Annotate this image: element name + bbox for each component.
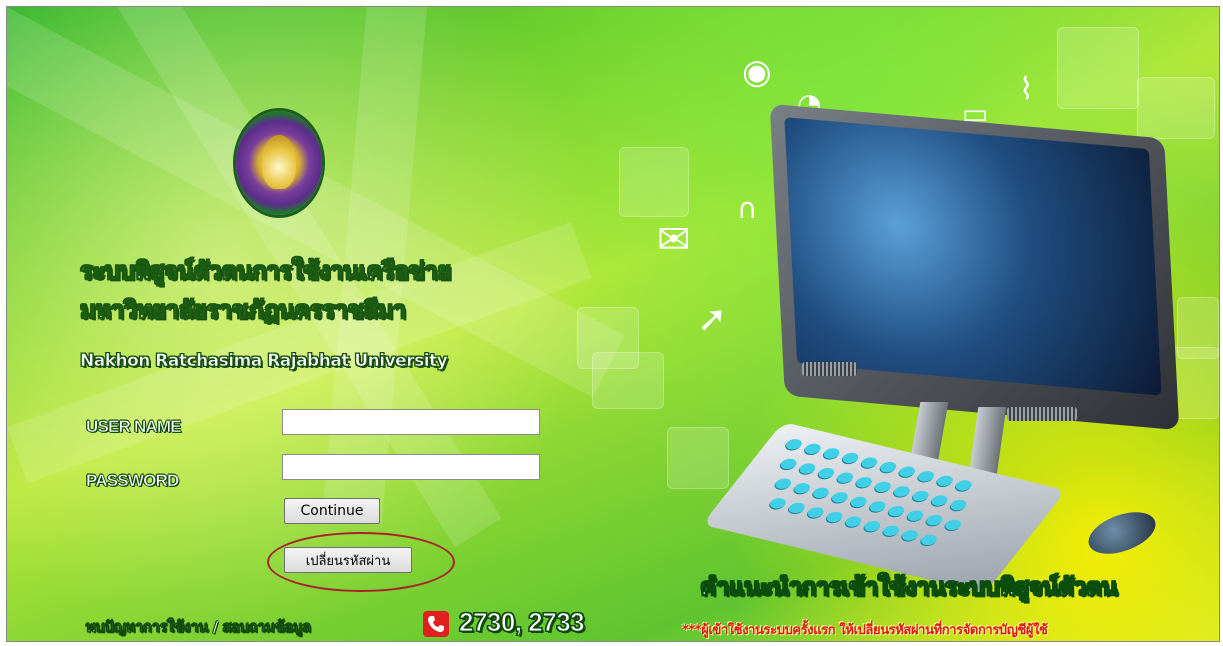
mail-tile — [592, 352, 664, 409]
computer-monitor — [769, 103, 1180, 431]
background-tile — [1057, 27, 1139, 109]
speaker-icon: ◉ — [742, 52, 772, 92]
system-title-th: ระบบพิสูจน์ตัวตนการใช้งานเครือข่าย — [80, 257, 452, 286]
phone-icon — [423, 611, 449, 637]
cursor-icon: ➚ — [697, 299, 728, 340]
change-password-button[interactable]: เปลี่ยนรหัสผ่าน — [284, 547, 412, 573]
first-login-note: ***ผู้เข้าใช้งานระบบครั้งแรก ให้เปลี่ยนร… — [682, 623, 1048, 638]
username-input[interactable] — [282, 409, 540, 435]
contact-label: พบปัญหาการใช้งาน / สอบถามข้อมูล — [86, 618, 312, 637]
university-name-en: Nakhon Ratchasima Rajabhat University — [80, 351, 448, 372]
background-tile — [1137, 77, 1215, 139]
monitor-screen — [784, 117, 1162, 396]
background-tile — [667, 427, 729, 489]
mail-icon: ✉ — [657, 217, 691, 263]
university-name-th: มหาวิทยาลัยราชภัฏนครราชสีมา — [80, 296, 407, 325]
computer-mouse — [1082, 504, 1162, 562]
speaker-grille — [1007, 407, 1077, 421]
youtube-tile — [619, 147, 689, 217]
login-page-background: ✉ ◉ ◔ ⌇ ▭ ∩ ♁ ➚ ⌕ ⊕ ระบบพิสูจน์ตัวตนการใ… — [6, 6, 1220, 642]
continue-button[interactable]: Continue — [284, 498, 380, 524]
wifi-icon: ⌇ — [1019, 72, 1034, 107]
password-label: PASSWORD — [86, 471, 180, 491]
login-guide-heading: คำแนะนำการเข้าใช้งานระบบพิสูจน์ตัวตน — [699, 573, 1118, 602]
phone-numbers: 2730, 2733 — [458, 607, 585, 638]
headphones-icon: ∩ — [737, 192, 758, 225]
speaker-grille — [802, 362, 857, 376]
university-seal-icon — [236, 111, 322, 215]
username-label: USER NAME — [86, 417, 182, 437]
password-input[interactable] — [282, 454, 540, 480]
